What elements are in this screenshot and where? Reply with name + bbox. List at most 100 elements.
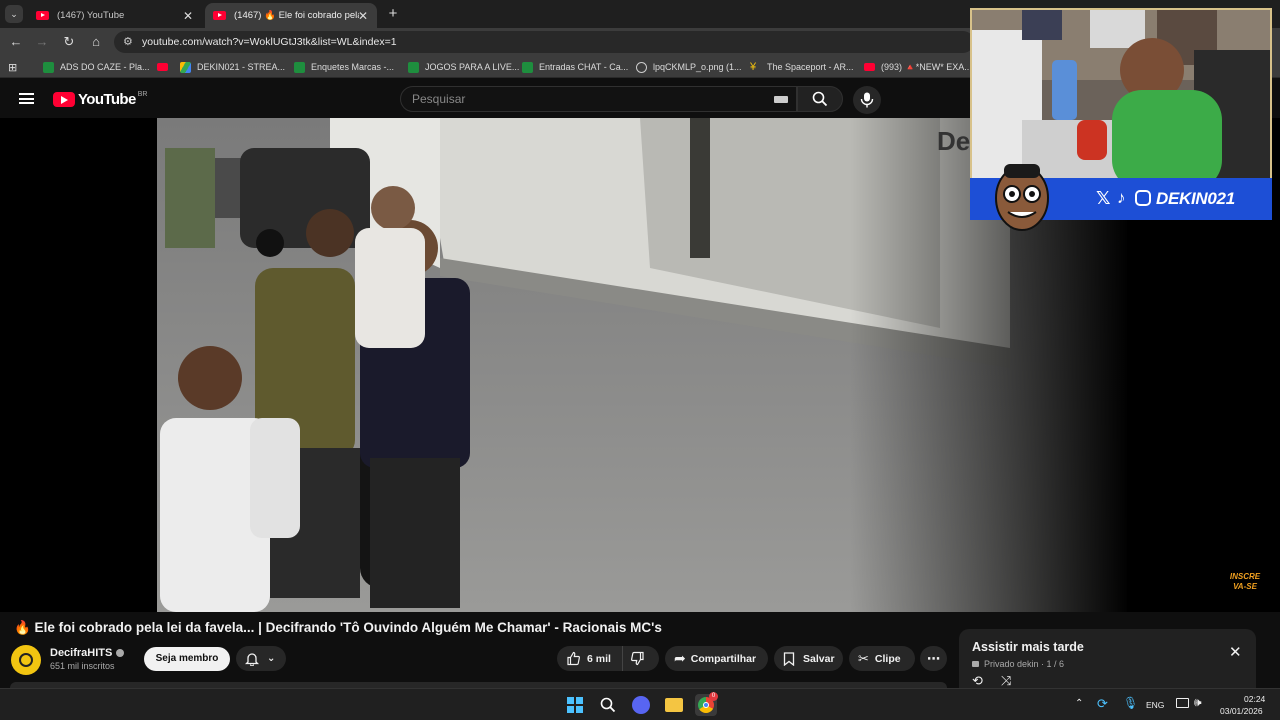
youtube-favicon-icon: [864, 63, 875, 71]
voice-search-button[interactable]: [853, 86, 881, 114]
social-handle-banner: 𝕏 ♪ DEKIN021: [970, 164, 1272, 231]
youtube-play-icon: [53, 92, 75, 107]
sync-icon[interactable]: ⟳: [1097, 696, 1108, 712]
like-button[interactable]: 6 mil: [557, 646, 623, 671]
bookmark-item[interactable]: lpqCKMLP_o.png (1...: [636, 60, 742, 74]
share-arrow-icon: ➦: [674, 650, 686, 666]
address-bar[interactable]: ⚙ youtube.com/watch?v=WoklUGtJ3tk&list=W…: [114, 31, 974, 53]
notification-bell-button[interactable]: ⌄: [236, 646, 286, 671]
clock-date[interactable]: 03/01/2026: [1220, 706, 1263, 716]
tiktok-icon: ♪: [1117, 188, 1126, 207]
bookmark-icon: [783, 651, 795, 666]
close-icon[interactable]: ✕: [183, 9, 193, 23]
thumbs-down-icon: [631, 651, 644, 666]
sheets-icon: [294, 61, 305, 73]
bell-icon: [245, 652, 259, 666]
windows-taskbar: 0 ⌃ ⟳ 🎙 ENG 🕪 02:24 03/01/2026: [0, 688, 1280, 720]
bookmark-item[interactable]: ADS DO CAZE - Pla...: [43, 60, 150, 74]
new-tab-button[interactable]: +: [384, 5, 402, 23]
share-label: Compartilhar: [690, 652, 757, 665]
save-button[interactable]: Salvar: [774, 646, 843, 671]
streamer-handle: DEKIN021: [1156, 189, 1235, 208]
back-arrow-icon[interactable]: ←: [7, 33, 25, 51]
plus-icon: +: [388, 5, 398, 22]
chevron-up-icon[interactable]: ⌃: [1075, 698, 1083, 709]
microphone-icon: [860, 92, 874, 108]
share-button[interactable]: ➦ Compartilhar: [665, 646, 768, 671]
bookmark-label: (993) 🔺*NEW* EXA...: [881, 61, 972, 72]
region-code: BR: [137, 91, 148, 98]
close-icon[interactable]: ✕: [358, 9, 368, 23]
video-title: 🔥 Ele foi cobrado pela lei da favela... …: [14, 620, 662, 635]
keyboard-icon[interactable]: [774, 96, 788, 103]
sheets-icon: [408, 61, 419, 73]
x-icon: 𝕏: [1096, 188, 1111, 208]
forward-arrow-icon[interactable]: →: [33, 33, 51, 51]
volume-icon[interactable]: 🕪: [1194, 695, 1202, 710]
network-icon[interactable]: [1176, 698, 1189, 708]
shuffle-icon[interactable]: ⤨: [1001, 673, 1011, 689]
like-count: 6 mil: [587, 652, 611, 665]
more-actions-button[interactable]: ⋯: [920, 646, 947, 671]
playlist-meta: Privado dekin · 1 / 6: [972, 659, 1064, 669]
clip-label: Clipe: [874, 652, 901, 665]
home-icon[interactable]: ⌂: [87, 33, 105, 51]
loop-icon[interactable]: ⟲: [972, 673, 983, 689]
clip-button[interactable]: ✂ Clipe: [849, 646, 915, 671]
playlist-title[interactable]: Assistir mais tarde: [972, 640, 1084, 654]
search-placeholder: Pesquisar: [412, 92, 466, 106]
youtube-logo[interactable]: YouTube BR: [53, 91, 147, 108]
search-input[interactable]: Pesquisar: [400, 86, 797, 112]
browser-tab-active[interactable]: (1467) 🔥 Ele foi cobrado pela ✕: [205, 3, 377, 28]
subscribe-badge: INSCRE VA-SE: [1229, 572, 1261, 591]
bookmark-label: lpqCKMLP_o.png (1...: [653, 62, 742, 72]
join-button[interactable]: Seja membro: [144, 647, 230, 671]
reload-icon[interactable]: ↻: [60, 33, 78, 51]
chrome-badge: 0: [709, 692, 718, 701]
youtube-favicon-icon: [213, 11, 226, 20]
dislike-button[interactable]: [623, 646, 659, 671]
chevron-down-icon: ⌄: [267, 653, 276, 664]
channel-name[interactable]: DecifraHITS: [50, 647, 125, 659]
browser-tab[interactable]: (1467) YouTube ✕: [28, 3, 202, 28]
bookmark-item[interactable]: Entradas CHAT - Ca...: [522, 60, 628, 74]
bookmark-item[interactable]: ¥ The Spaceport - AR...: [750, 60, 854, 74]
chrome-icon[interactable]: 0: [695, 692, 718, 716]
discord-icon[interactable]: [632, 696, 650, 714]
close-icon[interactable]: ✕: [1229, 643, 1242, 661]
bookmark-item[interactable]: DEKIN021 - STREA...: [180, 60, 285, 74]
bookmark-label: Entradas CHAT - Ca...: [539, 62, 629, 72]
bookmark-item[interactable]: Enquetes Marcas -...: [294, 60, 394, 74]
site-settings-icon[interactable]: ⚙: [123, 35, 133, 48]
microphone-icon[interactable]: 🎙: [1123, 696, 1138, 710]
bookmark-label: Enquetes Marcas -...: [311, 62, 395, 72]
search-icon: [812, 91, 828, 107]
bookmark-label: ADS DO CAZE - Pla...: [60, 62, 150, 72]
bookmark-label: The Spaceport - AR...: [767, 62, 854, 72]
bookmark-item[interactable]: [157, 60, 174, 74]
windows-start-icon[interactable]: [567, 697, 583, 713]
tab-search-button[interactable]: ⌄: [5, 5, 23, 23]
clock-time[interactable]: 02:24: [1244, 694, 1265, 704]
globe-icon: [636, 61, 647, 73]
search-button[interactable]: [797, 86, 843, 112]
channel-name-text: DecifraHITS: [50, 647, 113, 659]
tab-title: (1467) 🔥 Ele foi cobrado pela: [234, 10, 359, 21]
avatar-cartoon-icon: [995, 164, 1049, 231]
thumbs-up-icon: [567, 651, 580, 666]
bookmark-item[interactable]: (993) 🔺*NEW* EXA...: [864, 60, 972, 74]
menu-icon[interactable]: [19, 93, 34, 104]
apps-grid-icon[interactable]: ⊞: [8, 60, 17, 74]
sheets-icon: [522, 61, 533, 73]
youtube-favicon-icon: [36, 11, 49, 20]
bookmark-item[interactable]: JOGOS PARA A LIVE...: [408, 60, 519, 74]
language-indicator[interactable]: ENG: [1146, 700, 1164, 710]
search-icon[interactable]: [600, 697, 616, 713]
subscriber-count: 651 mil inscritos: [50, 661, 115, 671]
bookmark-label: JOGOS PARA A LIVE...: [425, 62, 520, 72]
url-text: youtube.com/watch?v=WoklUGtJ3tk&list=WL&…: [142, 36, 397, 48]
tab-title: (1467) YouTube: [57, 10, 125, 21]
channel-avatar[interactable]: [11, 645, 41, 675]
save-label: Salvar: [803, 652, 835, 665]
file-explorer-icon[interactable]: [665, 698, 683, 712]
